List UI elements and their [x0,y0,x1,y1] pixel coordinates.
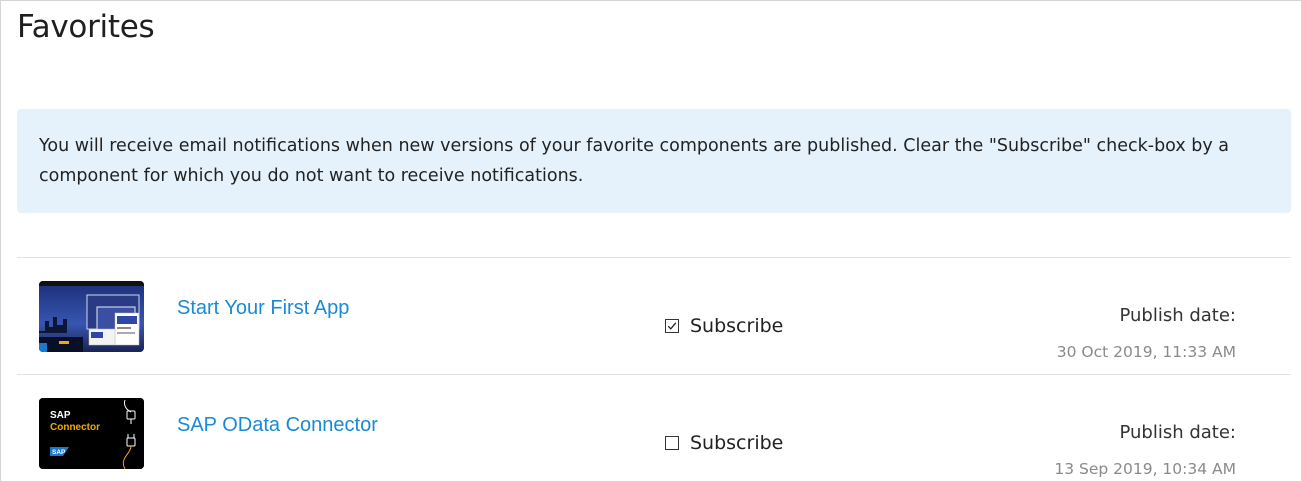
favorite-item: SAP Connector SAP SAP OData Connector Su… [17,392,1291,481]
app-screenshot-thumbnail[interactable] [39,281,144,352]
favorite-item: Start Your First App Subscribe Publish d… [17,275,1291,385]
publish-date-label: Publish date: [1119,422,1236,443]
publish-date-value: 30 Oct 2019, 11:33 AM [1056,343,1236,361]
info-notification: You will receive email notifications whe… [17,109,1291,213]
info-text: You will receive email notifications whe… [39,136,1230,186]
divider [17,257,1291,258]
component-link[interactable]: Start Your First App [177,297,349,320]
component-link[interactable]: SAP OData Connector [177,414,378,437]
subscribe-checkbox[interactable]: Subscribe [665,432,783,454]
publish-date-value: 13 Sep 2019, 10:34 AM [1054,460,1236,478]
page-title: Favorites [17,9,155,45]
subscribe-label[interactable]: Subscribe [690,432,783,454]
favorites-panel: Favorites You will receive email notific… [0,0,1302,482]
checkbox-unchecked-icon[interactable] [665,436,679,450]
publish-date-label: Publish date: [1119,305,1236,326]
sap-badge: SAP [52,449,66,456]
divider [17,374,1291,375]
thumbnail-subtitle: Connector [50,422,100,433]
subscribe-checkbox[interactable]: Subscribe [665,315,783,337]
checkbox-checked-icon[interactable] [665,319,679,333]
thumbnail-title: SAP [50,410,71,421]
subscribe-label[interactable]: Subscribe [690,315,783,337]
sap-connector-logo[interactable]: SAP Connector SAP [39,398,144,469]
